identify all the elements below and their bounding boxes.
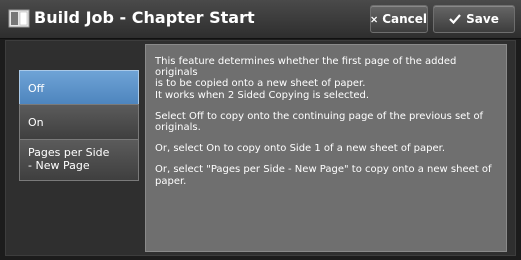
cancel-label: Cancel	[382, 12, 427, 26]
option-label: Off	[28, 81, 45, 95]
description-paragraph: Or, select "Pages per Side - New Page" t…	[155, 164, 492, 187]
save-button[interactable]: Save	[433, 5, 515, 33]
description-box: This feature determines whether the firs…	[145, 44, 507, 252]
page-title: Build Job - Chapter Start	[34, 8, 255, 27]
option-off-button[interactable]: Off	[19, 70, 139, 106]
title-bar: Build Job - Chapter Start Cancel Save	[0, 0, 521, 39]
document-icon	[8, 9, 30, 28]
description-paragraph: Select Off to copy onto the continuing p…	[155, 110, 484, 134]
option-label: Pages per Side - New Page	[28, 146, 110, 172]
description-paragraph: This feature determines whether the firs…	[155, 56, 457, 101]
save-label: Save	[466, 12, 499, 26]
option-label: On	[28, 115, 44, 129]
cancel-button[interactable]: Cancel	[370, 5, 428, 33]
description-paragraph: Or, select On to copy onto Side 1 of a n…	[155, 143, 446, 155]
option-pages-per-side-new-page-button[interactable]: Pages per Side - New Page	[19, 139, 139, 181]
close-icon	[371, 16, 378, 22]
checkmark-icon	[449, 14, 461, 24]
option-on-button[interactable]: On	[19, 104, 139, 140]
